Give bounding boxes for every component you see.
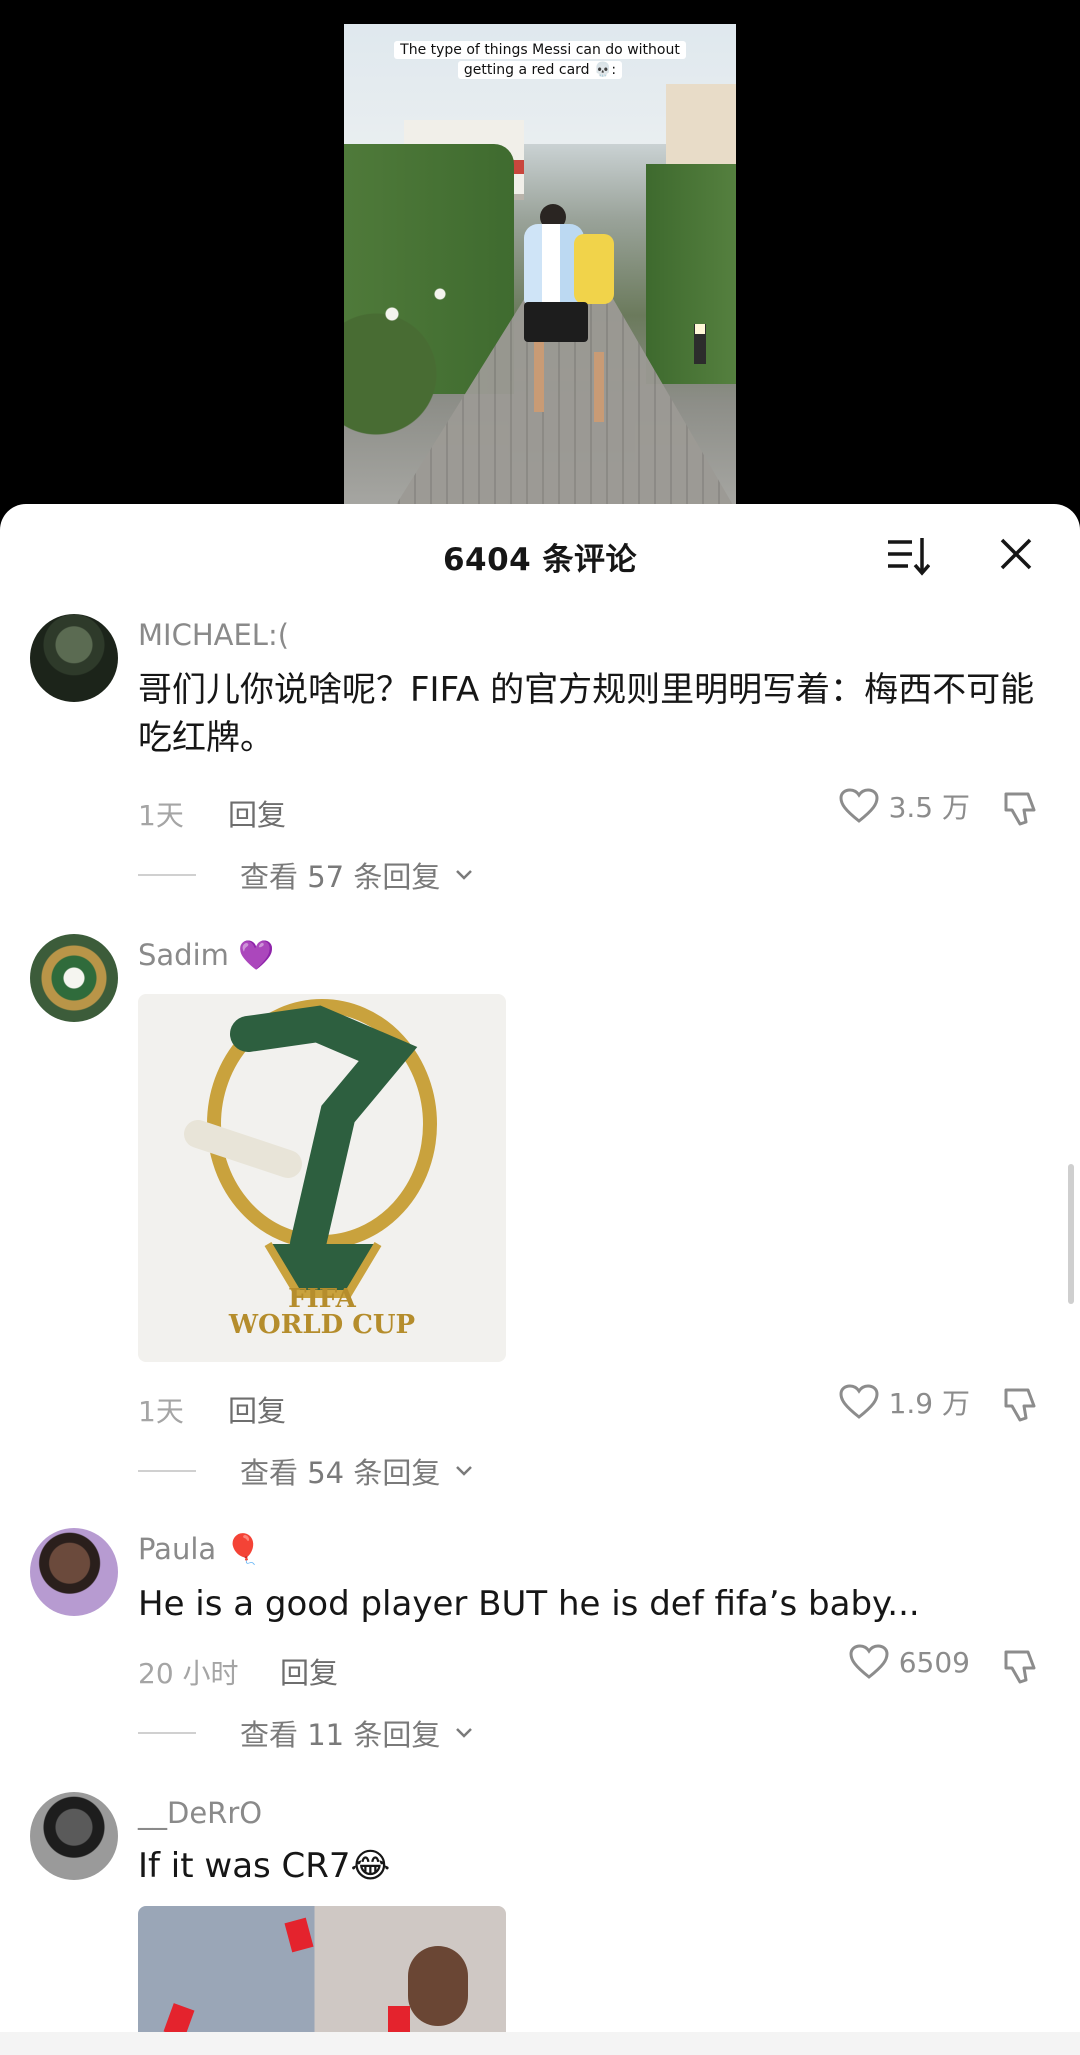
divider-line	[138, 1732, 196, 1734]
reply-button[interactable]: 回复	[280, 1650, 338, 1692]
view-replies-button[interactable]: 查看 54 条回复	[138, 1450, 474, 1492]
dislike-icon[interactable]	[1002, 1646, 1042, 1686]
like-count: 6509	[898, 1645, 970, 1679]
divider-line	[138, 874, 196, 876]
comment-time: 1天	[138, 799, 184, 832]
dislike-icon[interactable]	[1002, 1384, 1042, 1424]
like-button[interactable]: 1.9 万	[839, 1382, 970, 1422]
view-replies-button[interactable]: 查看 11 条回复	[138, 1712, 474, 1754]
trophy-worldcup-text: WORLD CUP	[228, 1310, 416, 1340]
view-replies-label: 查看 57 条回复	[240, 860, 441, 894]
comment-username[interactable]: Sadim 💜	[138, 938, 274, 973]
video-player-legs	[534, 342, 544, 412]
chevron-down-icon	[456, 1728, 473, 1738]
sort-icon[interactable]	[886, 534, 930, 578]
heart-icon	[849, 1644, 889, 1679]
dislike-icon[interactable]	[1002, 788, 1042, 828]
comment-image-trophy[interactable]: FIFA WORLD CUP	[138, 994, 506, 1362]
video-caption-line1: The type of things Messi can do without	[394, 41, 686, 59]
red-card-shape	[284, 1917, 314, 1953]
bottom-input-bar[interactable]	[0, 2032, 1080, 2055]
like-count: 3.5 万	[888, 791, 970, 824]
view-replies-label: 查看 11 条回复	[240, 1718, 441, 1752]
video-frame[interactable]: The type of things Messi can do without …	[344, 24, 736, 510]
video-player-shorts	[524, 302, 588, 342]
comment-username[interactable]: __DeRrO	[138, 1796, 262, 1830]
close-icon[interactable]	[996, 534, 1036, 574]
panel-header: 6404 条评论	[0, 504, 1080, 604]
scrollbar[interactable]	[1068, 1164, 1074, 1304]
avatar[interactable]	[30, 1792, 118, 1880]
avatar[interactable]	[30, 934, 118, 1022]
view-replies-button[interactable]: 查看 57 条回复	[138, 854, 474, 896]
referee-face	[408, 1946, 468, 2026]
avatar[interactable]	[30, 1528, 118, 1616]
chevron-down-icon	[456, 1466, 473, 1476]
avatar[interactable]	[30, 614, 118, 702]
comment-text: If it was CR7😂	[138, 1846, 391, 1886]
video-player-yellow	[574, 234, 614, 304]
video-area[interactable]: The type of things Messi can do without …	[0, 0, 1080, 510]
trophy-fifa-text: FIFA	[288, 1284, 356, 1314]
like-count: 1.9 万	[888, 1387, 970, 1420]
comment-username[interactable]: Paula 🎈	[138, 1532, 262, 1567]
heart-icon	[839, 788, 879, 823]
like-button[interactable]: 3.5 万	[839, 786, 970, 826]
comment-time: 20 小时	[138, 1657, 239, 1690]
video-hedge-right	[646, 164, 736, 384]
comment-text: 哥们儿你说啥呢？FIFA 的官方规则里明明写着：梅西不可能吃红牌。	[138, 670, 1035, 758]
reply-button[interactable]: 回复	[228, 1388, 286, 1430]
like-button[interactable]: 6509	[849, 1644, 970, 1680]
comment-username[interactable]: MICHAEL:(	[138, 618, 289, 652]
video-caption: The type of things Messi can do without …	[344, 40, 736, 80]
heart-icon	[839, 1384, 879, 1419]
chevron-down-icon	[456, 870, 473, 880]
view-replies-label: 查看 54 条回复	[240, 1456, 441, 1490]
reply-button[interactable]: 回复	[228, 792, 286, 834]
comment-text: He is a good player BUT he is def fifa’s…	[138, 1584, 920, 1624]
video-lamp	[694, 324, 706, 364]
comment-time: 1天	[138, 1395, 184, 1428]
video-flowers	[344, 274, 504, 474]
divider-line	[138, 1470, 196, 1472]
video-caption-line2: getting a red card 💀:	[457, 61, 623, 79]
